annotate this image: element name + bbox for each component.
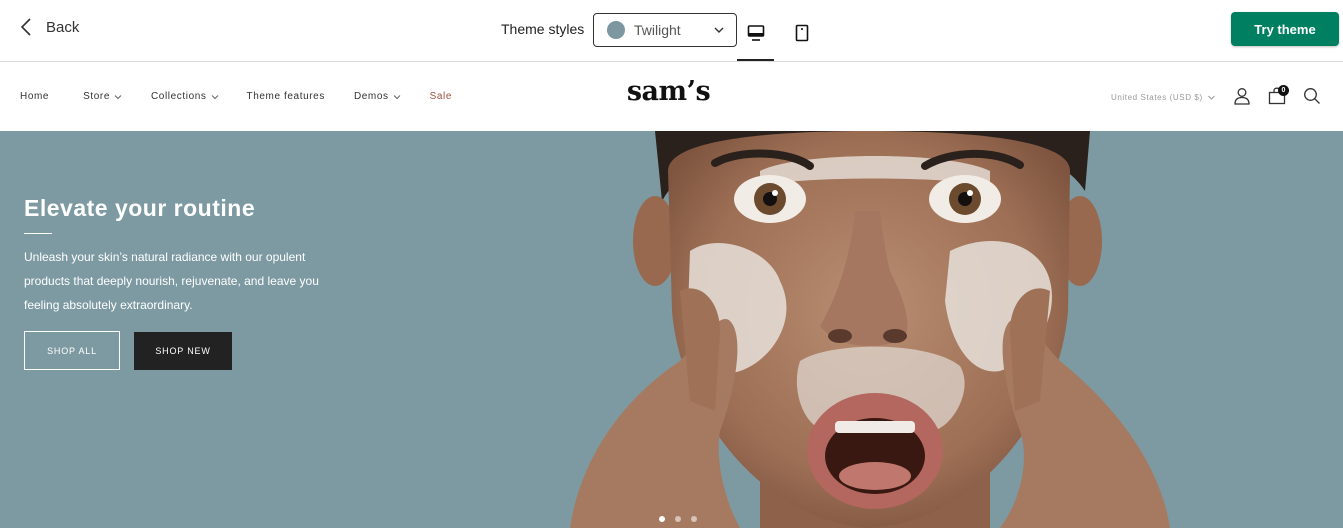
logo-text: sam’s (626, 76, 711, 107)
hero-description: Unleash your skin’s natural radiance wit… (24, 250, 319, 312)
try-theme-button[interactable]: Try theme (1231, 12, 1339, 46)
hero-banner: Elevate your routine Unleash your skin’s… (0, 131, 1343, 528)
theme-preview-bar: Back Theme styles Twilight Try theme (0, 0, 1343, 62)
chevron-left-icon (20, 18, 31, 36)
slide-dot-3[interactable] (691, 516, 697, 522)
hero-image (570, 131, 1170, 528)
chevron-down-icon (1207, 95, 1215, 100)
currency-value: United States (USD $) (1111, 93, 1203, 102)
hero-title: Elevate your routine (24, 195, 256, 221)
back-button[interactable]: Back (20, 18, 79, 36)
currency-selector[interactable]: United States (USD $) (1111, 93, 1215, 102)
cart-count-badge: 0 (1278, 85, 1289, 96)
back-label: Back (46, 18, 80, 36)
hero-divider (24, 233, 52, 234)
theme-style-select[interactable]: Twilight (593, 13, 737, 47)
store-header: Home Store Collections Theme features De… (0, 62, 1343, 131)
account-icon[interactable] (1233, 87, 1251, 105)
slideshow-dots (659, 516, 697, 522)
desktop-icon[interactable] (747, 24, 765, 42)
active-device-indicator (737, 59, 774, 61)
mobile-icon[interactable] (793, 24, 811, 42)
store-logo[interactable]: sam’s (0, 76, 1343, 107)
slide-dot-1[interactable] (659, 516, 665, 522)
theme-styles-label: Theme styles (501, 21, 585, 37)
theme-swatch (607, 21, 625, 39)
search-icon[interactable] (1303, 87, 1321, 105)
slide-dot-2[interactable] (675, 516, 681, 522)
theme-style-value: Twilight (634, 22, 681, 38)
shop-new-button[interactable]: SHOP NEW (134, 332, 232, 370)
shop-all-button[interactable]: SHOP ALL (24, 331, 120, 370)
chevron-down-icon (714, 27, 724, 33)
